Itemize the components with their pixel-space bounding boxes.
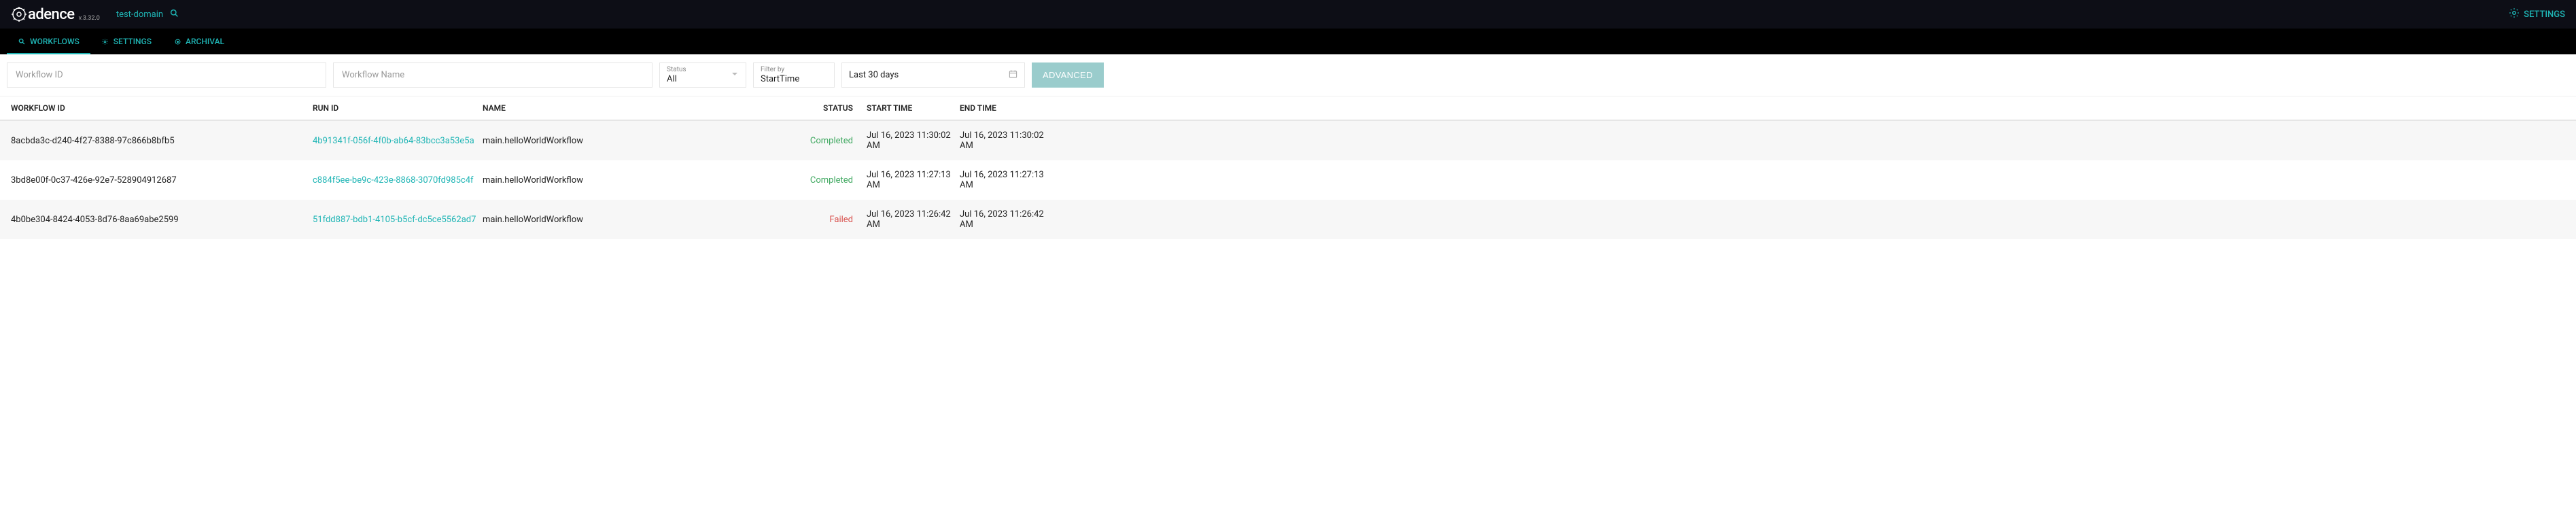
nav-archival-label: ARCHIVAL [186, 37, 224, 46]
domain-area: test-domain [116, 9, 179, 20]
settings-link-top[interactable]: SETTINGS [2509, 7, 2565, 21]
status-select-label: Status [667, 66, 739, 73]
filter-bar: Status All Filter by StartTime Last 30 d… [0, 54, 2576, 96]
workflow-name-cell: main.helloWorldWorkflow [483, 215, 785, 225]
status-badge: Completed [785, 175, 867, 185]
workflow-id-cell: 3bd8e00f-0c37-426e-92e7-528904912687 [11, 175, 313, 185]
status-select-value: All [667, 74, 739, 84]
table-row[interactable]: 4b0be304-8424-4053-8d76-8aa69abe259951fd… [0, 200, 2576, 239]
nav-settings[interactable]: SETTINGS [90, 29, 162, 54]
search-icon [18, 37, 26, 46]
search-icon[interactable] [170, 9, 179, 20]
workflow-id-input[interactable] [7, 62, 326, 88]
nav-settings-label: SETTINGS [114, 37, 152, 46]
daterange-select[interactable]: Last 30 days [841, 62, 1025, 88]
nav-bar: WORKFLOWS SETTINGS ARCHIVAL [0, 29, 2576, 54]
filterby-select[interactable]: Filter by StartTime [753, 62, 835, 88]
calendar-icon [1009, 69, 1017, 81]
logo: adence [11, 6, 75, 23]
logo-area[interactable]: adence v.3.32.0 [11, 6, 100, 23]
status-badge: Completed [785, 136, 867, 146]
col-header-start-time[interactable]: START TIME [867, 103, 960, 113]
col-header-workflow-id[interactable]: WORKFLOW ID [11, 103, 313, 113]
run-id-link[interactable]: 51fdd887-bdb1-4105-b5cf-dc5ce5562ad7 [313, 215, 483, 225]
end-time-cell: Jul 16, 2023 11:26:42 AM [960, 209, 1055, 230]
domain-name[interactable]: test-domain [116, 10, 163, 20]
table-row[interactable]: 3bd8e00f-0c37-426e-92e7-528904912687c884… [0, 160, 2576, 200]
status-badge: Failed [785, 215, 867, 225]
gear-icon [2509, 7, 2520, 21]
start-time-cell: Jul 16, 2023 11:26:42 AM [867, 209, 960, 230]
nav-workflows[interactable]: WORKFLOWS [7, 29, 90, 54]
workflow-table: WORKFLOW ID RUN ID NAME STATUS START TIM… [0, 96, 2576, 239]
col-header-end-time[interactable]: END TIME [960, 103, 1055, 113]
version-label: v.3.32.0 [79, 15, 100, 23]
start-time-cell: Jul 16, 2023 11:27:13 AM [867, 170, 960, 190]
top-header: adence v.3.32.0 test-domain SETTINGS [0, 0, 2576, 29]
filterby-select-value: StartTime [761, 74, 827, 84]
col-header-status[interactable]: STATUS [785, 103, 867, 113]
table-row[interactable]: 8acbda3c-d240-4f27-8388-97c866b8bfb54b91… [0, 121, 2576, 160]
col-header-name[interactable]: NAME [483, 103, 785, 113]
end-time-cell: Jul 16, 2023 11:27:13 AM [960, 170, 1055, 190]
workflow-name-input[interactable] [333, 62, 652, 88]
nav-workflows-label: WORKFLOWS [30, 37, 80, 46]
status-select[interactable]: Status All [659, 62, 746, 88]
table-body: 8acbda3c-d240-4f27-8388-97c866b8bfb54b91… [0, 121, 2576, 239]
workflow-name-cell: main.helloWorldWorkflow [483, 136, 785, 146]
start-time-cell: Jul 16, 2023 11:30:02 AM [867, 130, 960, 151]
target-icon [173, 37, 181, 46]
workflow-name-cell: main.helloWorldWorkflow [483, 175, 785, 185]
chevron-down-icon [731, 70, 739, 81]
run-id-link[interactable]: c884f5ee-be9c-423e-8868-3070fd985c4f [313, 175, 483, 185]
end-time-cell: Jul 16, 2023 11:30:02 AM [960, 130, 1055, 151]
table-header: WORKFLOW ID RUN ID NAME STATUS START TIM… [0, 96, 2576, 121]
workflow-id-cell: 8acbda3c-d240-4f27-8388-97c866b8bfb5 [11, 136, 313, 146]
logo-text: adence [28, 6, 75, 23]
gear-icon [101, 37, 109, 46]
filterby-select-label: Filter by [761, 66, 827, 73]
col-header-run-id[interactable]: RUN ID [313, 103, 483, 113]
logo-gear-icon [11, 6, 27, 22]
run-id-link[interactable]: 4b91341f-056f-4f0b-ab64-83bcc3a53e5a [313, 136, 483, 146]
advanced-button[interactable]: ADVANCED [1032, 62, 1104, 88]
workflow-id-cell: 4b0be304-8424-4053-8d76-8aa69abe2599 [11, 215, 313, 225]
nav-archival[interactable]: ARCHIVAL [162, 29, 235, 54]
settings-label-top: SETTINGS [2524, 10, 2565, 20]
daterange-value: Last 30 days [849, 70, 1017, 80]
